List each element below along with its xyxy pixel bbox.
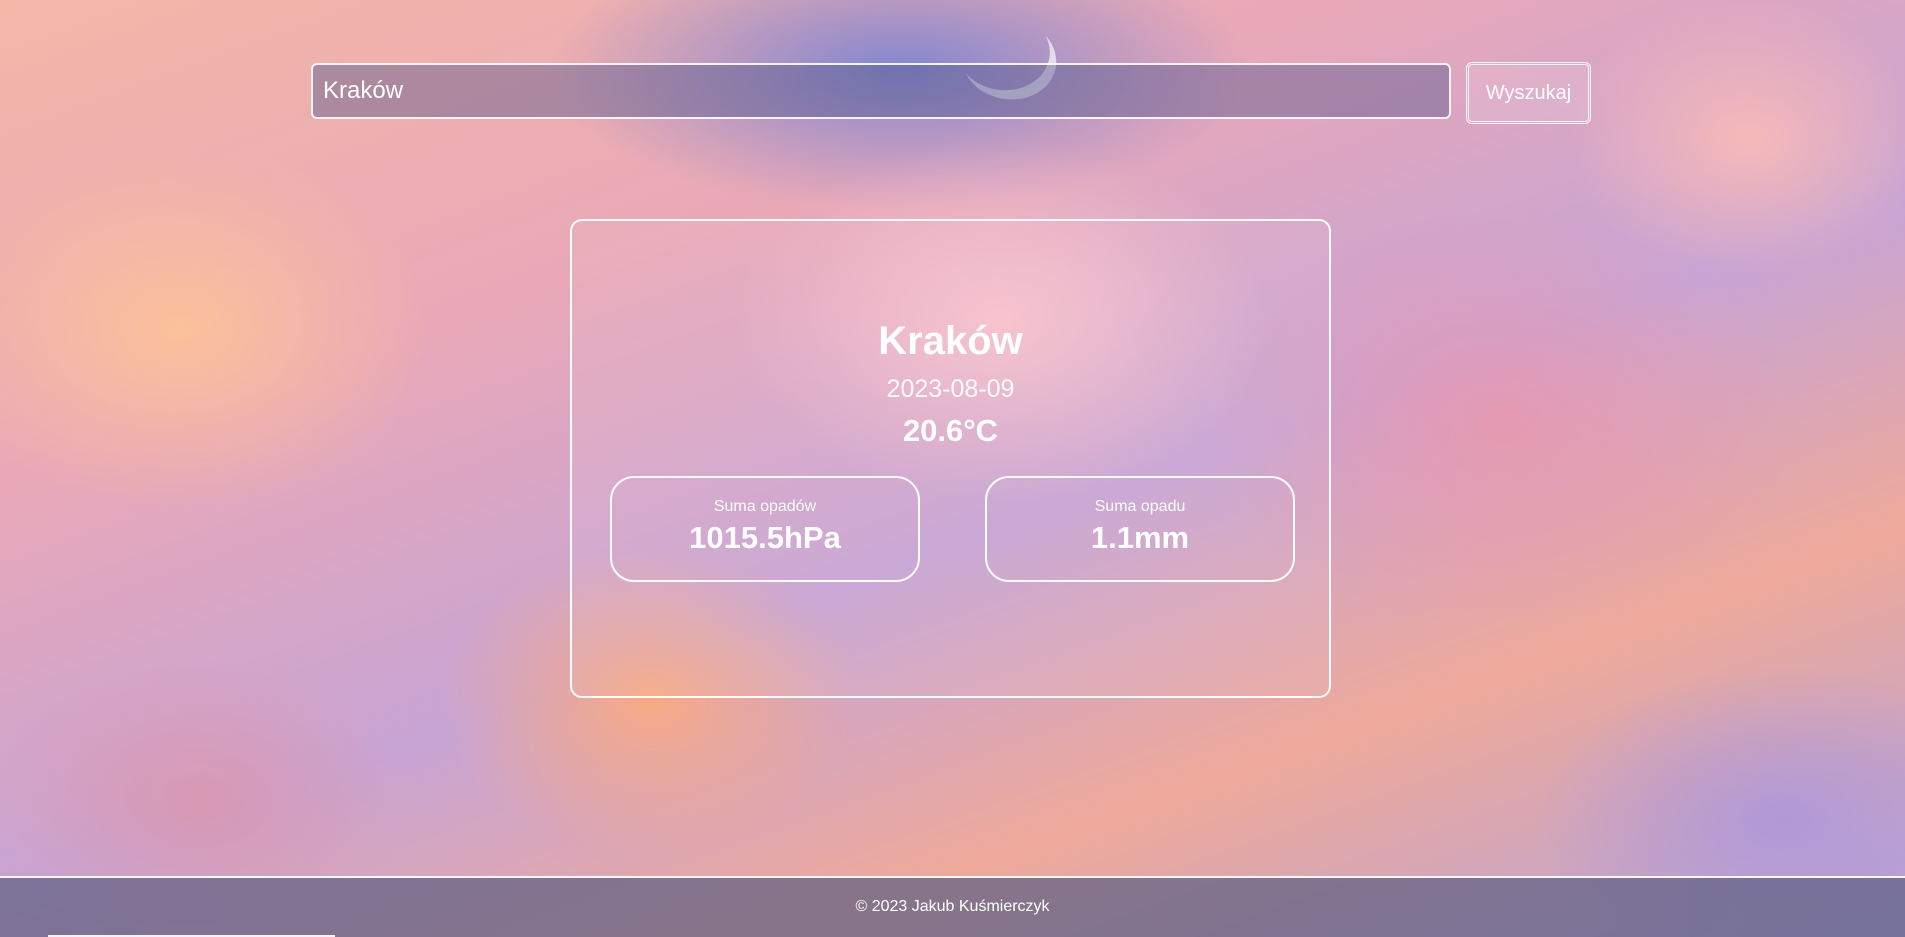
search-bar: Wyszukaj xyxy=(311,62,1591,124)
search-button[interactable]: Wyszukaj xyxy=(1466,62,1591,124)
temperature: 20.6°C xyxy=(902,413,999,448)
precipitation-stat: Suma opadu 1.1mm xyxy=(985,476,1295,582)
city-name: Kraków xyxy=(878,319,1023,363)
footer: © 2023 Jakub Kuśmierczyk xyxy=(0,876,1905,937)
pressure-value: 1015.5hPa xyxy=(689,520,841,555)
weather-date: 2023-08-09 xyxy=(886,375,1015,403)
pressure-label: Suma opadów xyxy=(713,498,817,515)
precipitation-label: Suma opadu xyxy=(1094,498,1186,515)
weather-card: Kraków 2023-08-09 20.6°C Suma opadów 101… xyxy=(570,219,1331,698)
precipitation-value: 1.1mm xyxy=(1090,520,1190,555)
footer-copyright: © 2023 Jakub Kuśmierczyk xyxy=(855,898,1050,915)
pressure-stat: Suma opadów 1015.5hPa xyxy=(610,476,920,582)
city-search-input[interactable] xyxy=(311,63,1451,119)
